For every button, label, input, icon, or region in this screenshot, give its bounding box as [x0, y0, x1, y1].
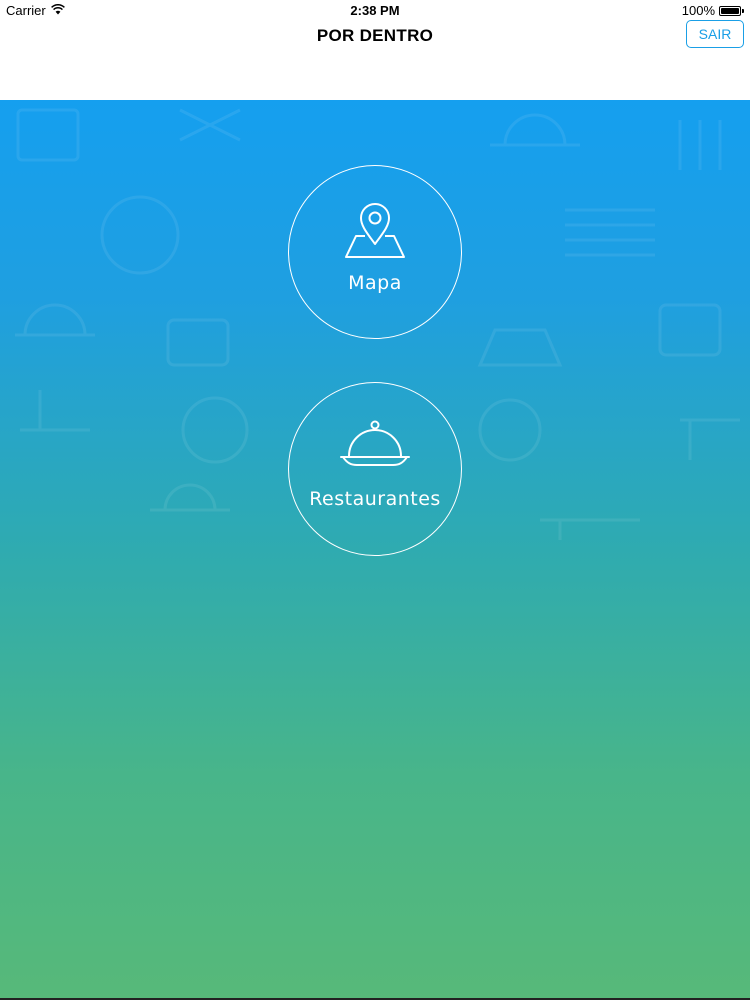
food-cloche-icon [289, 419, 461, 471]
map-button[interactable]: Mapa [288, 165, 462, 339]
battery-icon [719, 5, 741, 16]
battery-percentage: 100% [681, 3, 715, 18]
battery-status: 100% [682, 3, 744, 18]
logout-button[interactable]: SAIR [686, 20, 744, 48]
restaurants-button[interactable]: Restaurantes [288, 382, 462, 556]
status-bar: Carrier 2:38 PM 100% [0, 0, 750, 20]
map-button-label: Mapa [348, 272, 402, 294]
restaurants-button-label: Restaurantes [309, 488, 441, 510]
app-screen: Carrier 2:38 PM 100% POR DENTRO SAIR Map… [0, 0, 750, 1000]
clock: 2:38 PM [350, 3, 400, 18]
navigation-bar: POR DENTRO SAIR [0, 20, 750, 100]
main-content: Mapa Restaurantes [0, 100, 750, 1000]
page-title: POR DENTRO [316, 26, 434, 45]
map-pin-icon [289, 198, 461, 260]
